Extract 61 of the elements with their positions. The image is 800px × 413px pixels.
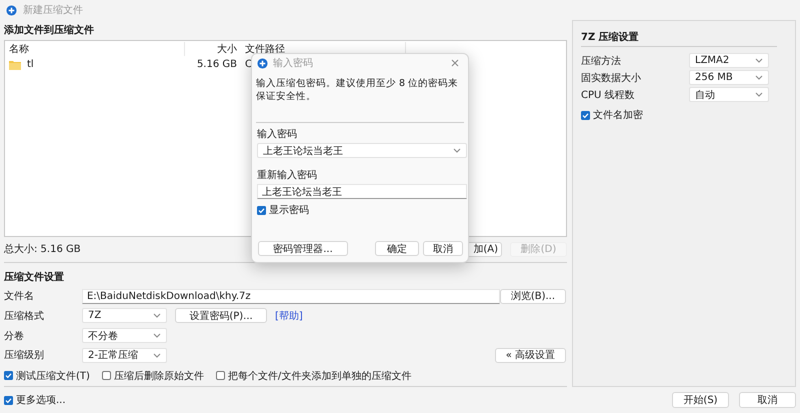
file-name-field[interactable]: E:\BaiduNetdiskDownload\khy.7z bbox=[82, 288, 500, 304]
dialog-title: 输入密码 bbox=[273, 56, 313, 70]
folder-icon bbox=[9, 60, 21, 70]
field-label: 压缩级别 bbox=[4, 348, 45, 362]
checkbox-label: 更多选项... bbox=[16, 394, 66, 407]
close-icon[interactable] bbox=[451, 59, 459, 67]
browse-button[interactable]: 浏览(B)... bbox=[500, 288, 566, 304]
checkbox-label: 测试压缩文件(T) bbox=[16, 370, 90, 383]
checkbox[interactable] bbox=[257, 206, 266, 214]
file-size: 5.16 GB bbox=[196, 59, 238, 70]
field-label: 压缩方法 bbox=[581, 54, 622, 68]
password-field[interactable]: 上老王论坛当老王 bbox=[257, 143, 467, 158]
advanced-settings-button[interactable]: « 高级设置 bbox=[494, 348, 566, 363]
field-label: CPU 线程数 bbox=[581, 88, 636, 102]
ok-button[interactable]: 确定 bbox=[375, 241, 419, 256]
confirm-password-field[interactable]: 上老王论坛当老王 bbox=[257, 184, 467, 199]
checkbox[interactable] bbox=[4, 396, 13, 404]
window-title: 新建压缩文件 bbox=[23, 4, 83, 17]
set-password-button[interactable]: 设置密码(P)... bbox=[175, 308, 267, 324]
field-label: 固实数据大小 bbox=[581, 72, 642, 84]
file-name: tl bbox=[26, 59, 35, 70]
dropdown[interactable]: 7Z bbox=[82, 308, 167, 324]
dropdown[interactable]: 2-正常压缩 bbox=[82, 348, 167, 363]
column-header[interactable]: 大小 bbox=[185, 42, 241, 56]
dropdown[interactable]: LZMA2 bbox=[689, 53, 769, 68]
field-label: 重新输入密码 bbox=[257, 168, 317, 182]
section-heading: 添加文件到压缩文件 bbox=[4, 24, 95, 38]
total-size: 总大小: 5.16 GB bbox=[4, 242, 81, 256]
field-label: 压缩格式 bbox=[4, 310, 45, 323]
help-link[interactable]: [帮助] bbox=[275, 308, 303, 323]
chevron-down-icon bbox=[755, 58, 763, 63]
dropdown[interactable]: 256 MB bbox=[689, 70, 769, 85]
field-label: 文件名 bbox=[4, 290, 35, 304]
chevron-down-icon bbox=[755, 75, 763, 80]
chevron-down-icon bbox=[153, 313, 161, 318]
column-header[interactable]: 名称 bbox=[5, 42, 185, 56]
dropdown[interactable]: 不分卷 bbox=[82, 328, 167, 344]
field-label: 输入密码 bbox=[257, 128, 297, 141]
cancel-button[interactable]: 取消 bbox=[422, 241, 463, 256]
field-label: 分卷 bbox=[4, 330, 25, 343]
password-manager-button[interactable]: 密码管理器... bbox=[258, 241, 348, 256]
app-logo-icon bbox=[257, 58, 268, 68]
checkbox[interactable] bbox=[581, 110, 590, 120]
section-heading: 压缩文件设置 bbox=[4, 270, 64, 284]
chevron-down-icon bbox=[153, 333, 161, 338]
dialog-message: 输入压缩包密码。建议使用至少 8 位的密码来保证安全性。 bbox=[256, 78, 458, 102]
app-logo-icon bbox=[6, 4, 17, 16]
checkbox[interactable] bbox=[4, 371, 13, 380]
chevron-down-icon bbox=[153, 352, 161, 358]
dropdown[interactable]: 自动 bbox=[689, 87, 769, 102]
panel-heading: 7Z 压缩设置 bbox=[581, 30, 639, 44]
checkbox-label: 显示密码 bbox=[269, 204, 309, 217]
cancel-button[interactable]: 取消 bbox=[739, 392, 796, 408]
checkbox[interactable] bbox=[216, 371, 225, 380]
chevron-down-icon bbox=[755, 92, 763, 97]
checkbox[interactable] bbox=[102, 371, 111, 380]
checkbox-label: 压缩后删除原始文件 bbox=[114, 370, 204, 383]
chevron-down-icon bbox=[453, 148, 461, 153]
checkbox-label: 把每个文件/文件夹添加到单独的压缩文件 bbox=[228, 370, 412, 383]
checkbox-label: 文件名加密 bbox=[593, 108, 643, 122]
start-button[interactable]: 开始(S) bbox=[672, 392, 729, 408]
